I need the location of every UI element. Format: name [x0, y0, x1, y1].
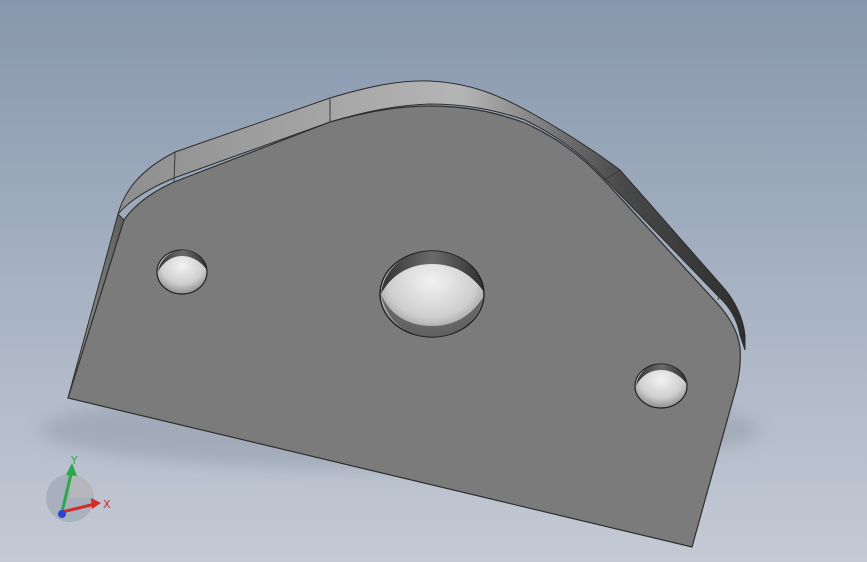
- model-view[interactable]: [0, 0, 867, 562]
- hole-left[interactable]: [156, 249, 208, 295]
- hole-center[interactable]: [379, 250, 485, 338]
- graphics-viewport[interactable]: Y X: [0, 0, 867, 562]
- hole-right[interactable]: [634, 363, 688, 409]
